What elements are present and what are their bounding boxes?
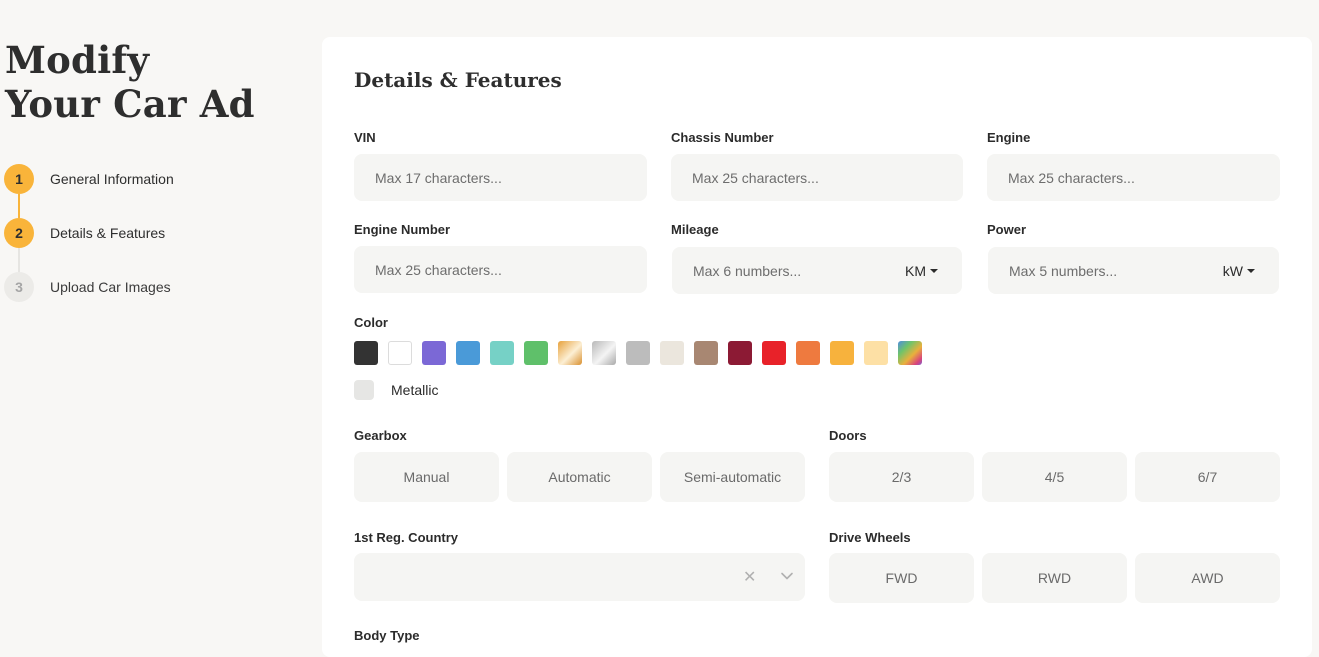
metallic-label: Metallic: [391, 382, 439, 398]
color-swatch-silver[interactable]: [592, 341, 616, 365]
power-field: kW: [988, 247, 1279, 294]
mileage-field: KM: [672, 247, 962, 294]
vin-field: [354, 154, 647, 201]
step-connector-1: [18, 194, 20, 218]
gearbox-option-semi-automatic[interactable]: Semi-automatic: [660, 452, 805, 502]
color-swatch-white[interactable]: [388, 341, 412, 365]
chassis-number-label: Chassis Number: [671, 130, 774, 145]
color-swatch-black[interactable]: [354, 341, 378, 365]
color-swatch-orange[interactable]: [796, 341, 820, 365]
step-details-features[interactable]: 2 Details & Features: [4, 218, 165, 248]
metallic-checkbox[interactable]: [354, 380, 374, 400]
doors-option-4-5[interactable]: 4/5: [982, 452, 1127, 502]
step-general-information[interactable]: 1 General Information: [4, 164, 174, 194]
gearbox-label: Gearbox: [354, 428, 407, 443]
mileage-unit-dropdown[interactable]: KM: [905, 263, 938, 279]
reg-country-select[interactable]: ✕: [354, 553, 805, 601]
engine-input[interactable]: [1008, 169, 1280, 186]
color-swatch-multicolor[interactable]: [898, 341, 922, 365]
color-swatch-purple[interactable]: [422, 341, 446, 365]
gearbox-option-automatic[interactable]: Automatic: [507, 452, 652, 502]
stepper: 1 General Information 2 Details & Featur…: [4, 164, 304, 304]
power-unit-dropdown[interactable]: kW: [1223, 263, 1255, 279]
chevron-down-icon[interactable]: [780, 569, 794, 583]
color-swatch-gold[interactable]: [558, 341, 582, 365]
step-number: 2: [4, 218, 34, 248]
color-swatch-maroon[interactable]: [728, 341, 752, 365]
drive-wheels-option-fwd[interactable]: FWD: [829, 553, 974, 603]
engine-field: [987, 154, 1280, 201]
section-title: Details & Features: [354, 68, 562, 92]
page-title-line2: Your Car Ad: [5, 82, 255, 126]
drive-wheels-option-rwd[interactable]: RWD: [982, 553, 1127, 603]
caret-down-icon: [1247, 268, 1255, 273]
color-swatch-cream[interactable]: [864, 341, 888, 365]
reg-country-label: 1st Reg. Country: [354, 530, 459, 545]
color-swatch-green[interactable]: [524, 341, 548, 365]
color-swatch-grey[interactable]: [626, 341, 650, 365]
doors-option-2-3[interactable]: 2/3: [829, 452, 974, 502]
color-swatch-red[interactable]: [762, 341, 786, 365]
page-title: Modify Your Car Ad: [5, 38, 255, 126]
color-swatch-beige[interactable]: [660, 341, 684, 365]
chassis-number-field: [671, 154, 963, 201]
step-number: 3: [4, 272, 34, 302]
vin-input[interactable]: [375, 169, 647, 186]
power-unit-label: kW: [1222, 262, 1243, 279]
vin-label: VIN: [354, 130, 376, 145]
engine-number-field: [354, 246, 647, 293]
doors-label: Doors: [829, 428, 867, 443]
color-swatch-turquoise[interactable]: [490, 341, 514, 365]
color-swatch-brown[interactable]: [694, 341, 718, 365]
mileage-label: Mileage: [671, 222, 719, 237]
caret-down-icon: [930, 268, 938, 273]
chassis-number-input[interactable]: [692, 169, 963, 186]
step-upload-car-images[interactable]: 3 Upload Car Images: [4, 272, 171, 302]
step-label: Upload Car Images: [50, 279, 171, 295]
mileage-input[interactable]: [693, 262, 905, 279]
color-swatch-blue[interactable]: [456, 341, 480, 365]
color-swatch-yellow[interactable]: [830, 341, 854, 365]
step-label: Details & Features: [50, 225, 166, 241]
mileage-unit-label: KM: [905, 262, 926, 279]
color-swatches: [354, 341, 922, 365]
doors-option-6-7[interactable]: 6/7: [1135, 452, 1280, 502]
step-number: 1: [4, 164, 34, 194]
engine-number-input[interactable]: [375, 261, 647, 278]
color-label: Color: [354, 315, 388, 330]
engine-number-label: Engine Number: [354, 222, 451, 237]
drive-wheels-option-awd[interactable]: AWD: [1135, 553, 1280, 603]
power-label: Power: [987, 222, 1027, 237]
step-connector-2: [18, 248, 20, 272]
power-input[interactable]: [1009, 262, 1223, 279]
close-icon[interactable]: ✕: [743, 567, 756, 587]
engine-label: Engine: [987, 130, 1031, 145]
gearbox-option-manual[interactable]: Manual: [354, 452, 499, 502]
page-title-line1: Modify: [5, 38, 150, 82]
drive-wheels-label: Drive Wheels: [829, 530, 911, 545]
step-label: General Information: [50, 171, 174, 187]
